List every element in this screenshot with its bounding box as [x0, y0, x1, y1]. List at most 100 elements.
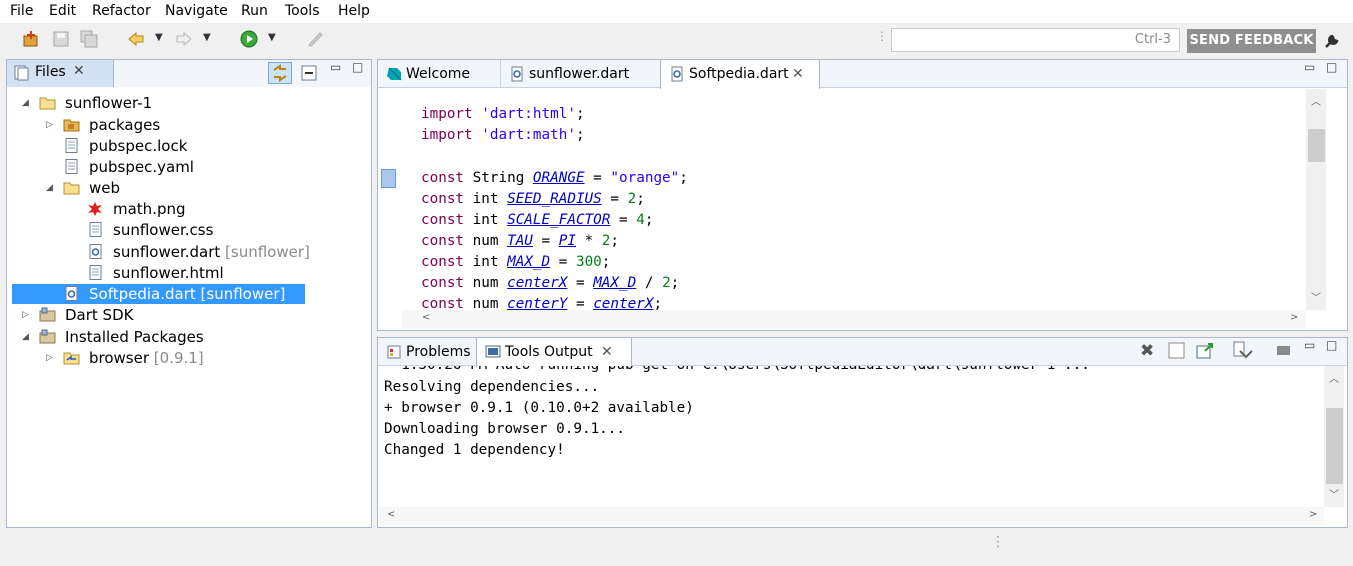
gutter-marker[interactable]: [381, 169, 396, 188]
maximize-icon[interactable]: □: [1326, 60, 1337, 74]
close-icon[interactable]: ✕: [601, 338, 613, 366]
tree-item-softpedia-dart[interactable]: Softpedia.dart [sunflower]: [46, 284, 305, 304]
expanded-arrow-icon[interactable]: ◢: [46, 178, 53, 198]
tab-files[interactable]: Files ✕: [7, 60, 114, 87]
editor-horizontal-scrollbar[interactable]: < >: [402, 310, 1306, 328]
tree-item-sunflower-html[interactable]: sunflower.html: [70, 263, 362, 283]
tree-label: pubspec.lock: [89, 137, 188, 155]
menu-refactor[interactable]: Refactor: [92, 3, 151, 19]
console-line: Resolving dependencies...: [384, 379, 600, 395]
scroll-left-icon[interactable]: <: [422, 312, 430, 323]
display-console-icon[interactable]: [1232, 341, 1254, 360]
minimize-icon[interactable]: ▭: [1304, 60, 1315, 74]
dart-file-icon: [511, 66, 523, 82]
scroll-up-icon[interactable]: ︿: [1329, 370, 1339, 385]
toolbar-grip: ⋮: [876, 29, 888, 43]
menu-edit[interactable]: Edit: [49, 3, 76, 19]
forward-arrow-icon[interactable]: [175, 30, 193, 48]
wrench-icon[interactable]: [1323, 32, 1341, 50]
tree-label: Dart SDK: [65, 306, 134, 324]
collapsed-arrow-icon[interactable]: ▷: [46, 348, 53, 368]
collapsed-arrow-icon[interactable]: ▷: [22, 305, 29, 325]
tree-item-math-png[interactable]: math.png: [70, 199, 362, 219]
tools-output-console[interactable]: 1:30:26 PM Auto-running pub get on C:\Us…: [379, 366, 1324, 507]
code-editor[interactable]: import 'dart:html'; import 'dart:math'; …: [402, 89, 1306, 310]
back-dropdown-icon[interactable]: ▼: [155, 32, 163, 43]
maximize-icon[interactable]: □: [352, 60, 363, 74]
tab-sunflower-dart[interactable]: sunflower.dart: [500, 60, 660, 88]
tree-item-sunflower-css[interactable]: sunflower.css: [70, 220, 362, 240]
tab-softpedia-dart[interactable]: Softpedia.dart ✕: [660, 60, 820, 89]
files-icon: [14, 65, 29, 81]
menu-help[interactable]: Help: [338, 3, 370, 19]
scroll-down-icon[interactable]: ﹀: [1329, 486, 1339, 501]
tree-item-installed-packages[interactable]: ◢ Installed Packages: [22, 327, 362, 347]
status-grip: ⋮: [991, 534, 1005, 550]
forward-dropdown-icon[interactable]: ▼: [203, 32, 211, 43]
scrollbar-thumb[interactable]: [1326, 408, 1343, 484]
back-arrow-icon[interactable]: [127, 30, 145, 48]
save-icon[interactable]: [52, 30, 70, 48]
console-horizontal-scrollbar[interactable]: < >: [379, 507, 1324, 525]
tree-item-browser[interactable]: ▷ browser [0.9.1]: [46, 348, 362, 368]
tree-label: web: [89, 179, 121, 197]
close-icon[interactable]: ✕: [792, 60, 804, 88]
scroll-right-icon[interactable]: >: [1290, 312, 1298, 323]
tree-label: browser: [89, 349, 150, 367]
console-line: 1:30:26 PM Auto-running pub get on C:\Us…: [384, 366, 1090, 378]
tab-problems[interactable]: Problems: [378, 338, 476, 366]
pub-icon[interactable]: [306, 30, 324, 48]
tree-item-pubspec-yaml[interactable]: pubspec.yaml: [46, 157, 362, 177]
file-icon: [89, 265, 102, 280]
pin-console-icon[interactable]: [1196, 342, 1215, 359]
tree-label: packages: [89, 116, 161, 134]
minimize-icon[interactable]: ▭: [1304, 338, 1315, 352]
scroll-up-icon[interactable]: ︿: [1311, 93, 1321, 108]
expanded-arrow-icon[interactable]: ◢: [22, 93, 29, 113]
image-file-icon: [88, 202, 102, 216]
minimize-icon[interactable]: ▭: [330, 60, 341, 74]
code-line-8: const num centerX = MAX_D / 2;: [421, 275, 680, 291]
menu-tools[interactable]: Tools: [285, 3, 320, 19]
new-project-icon[interactable]: [22, 30, 40, 48]
tab-tools-output[interactable]: Tools Output ✕: [476, 338, 632, 367]
run-dropdown-icon[interactable]: ▼: [268, 32, 276, 43]
tree-item-dart-sdk[interactable]: ▷ Dart SDK: [22, 305, 362, 325]
tab-label: Tools Output: [505, 344, 593, 360]
tree-item-pubspec-lock[interactable]: pubspec.lock: [46, 136, 362, 156]
search-input[interactable]: Ctrl-3: [891, 28, 1180, 52]
maximize-icon[interactable]: □: [1326, 338, 1337, 352]
scroll-lock-icon[interactable]: [1168, 342, 1185, 359]
scroll-left-icon[interactable]: <: [387, 509, 395, 520]
tree-item-packages[interactable]: ▷ packages: [46, 115, 362, 135]
collapse-all-icon[interactable]: [301, 65, 317, 81]
scroll-right-icon[interactable]: >: [1309, 509, 1317, 520]
tree-label: Installed Packages: [65, 328, 204, 346]
tab-label: Problems: [406, 344, 471, 360]
menu-run[interactable]: Run: [241, 3, 268, 19]
tree-label: sunflower.css: [113, 221, 214, 239]
view-menu-icon[interactable]: [1276, 343, 1291, 358]
editor-vertical-scrollbar[interactable]: ︿ ﹀: [1306, 89, 1326, 310]
tree-item-sunflower-dart[interactable]: sunflower.dart [sunflower]: [70, 242, 362, 262]
close-icon[interactable]: ✕: [73, 63, 85, 79]
tab-welcome[interactable]: Welcome: [378, 60, 500, 88]
expanded-arrow-icon[interactable]: ◢: [22, 327, 29, 347]
tree-item-sunflower-1[interactable]: ◢ sunflower-1: [22, 93, 362, 113]
save-all-icon[interactable]: [80, 30, 98, 48]
run-icon[interactable]: [240, 30, 258, 48]
scroll-down-icon[interactable]: ﹀: [1311, 289, 1321, 304]
search-placeholder: Ctrl-3: [1134, 32, 1171, 47]
menu-navigate[interactable]: Navigate: [165, 3, 228, 19]
tree-label-annotation: [0.9.1]: [149, 349, 204, 367]
menu-file[interactable]: File: [10, 3, 33, 19]
link-editor-icon[interactable]: [268, 62, 292, 84]
clear-console-icon[interactable]: ✖: [1140, 341, 1154, 361]
tab-label: Welcome: [406, 66, 471, 82]
scrollbar-thumb[interactable]: [1308, 129, 1325, 162]
code-line-7: const int MAX_D = 300;: [421, 254, 611, 270]
console-vertical-scrollbar[interactable]: ︿ ﹀: [1324, 366, 1344, 507]
send-feedback-button[interactable]: SEND FEEDBACK: [1187, 29, 1316, 53]
tree-item-web[interactable]: ◢ web: [46, 178, 362, 198]
collapsed-arrow-icon[interactable]: ▷: [46, 115, 53, 135]
